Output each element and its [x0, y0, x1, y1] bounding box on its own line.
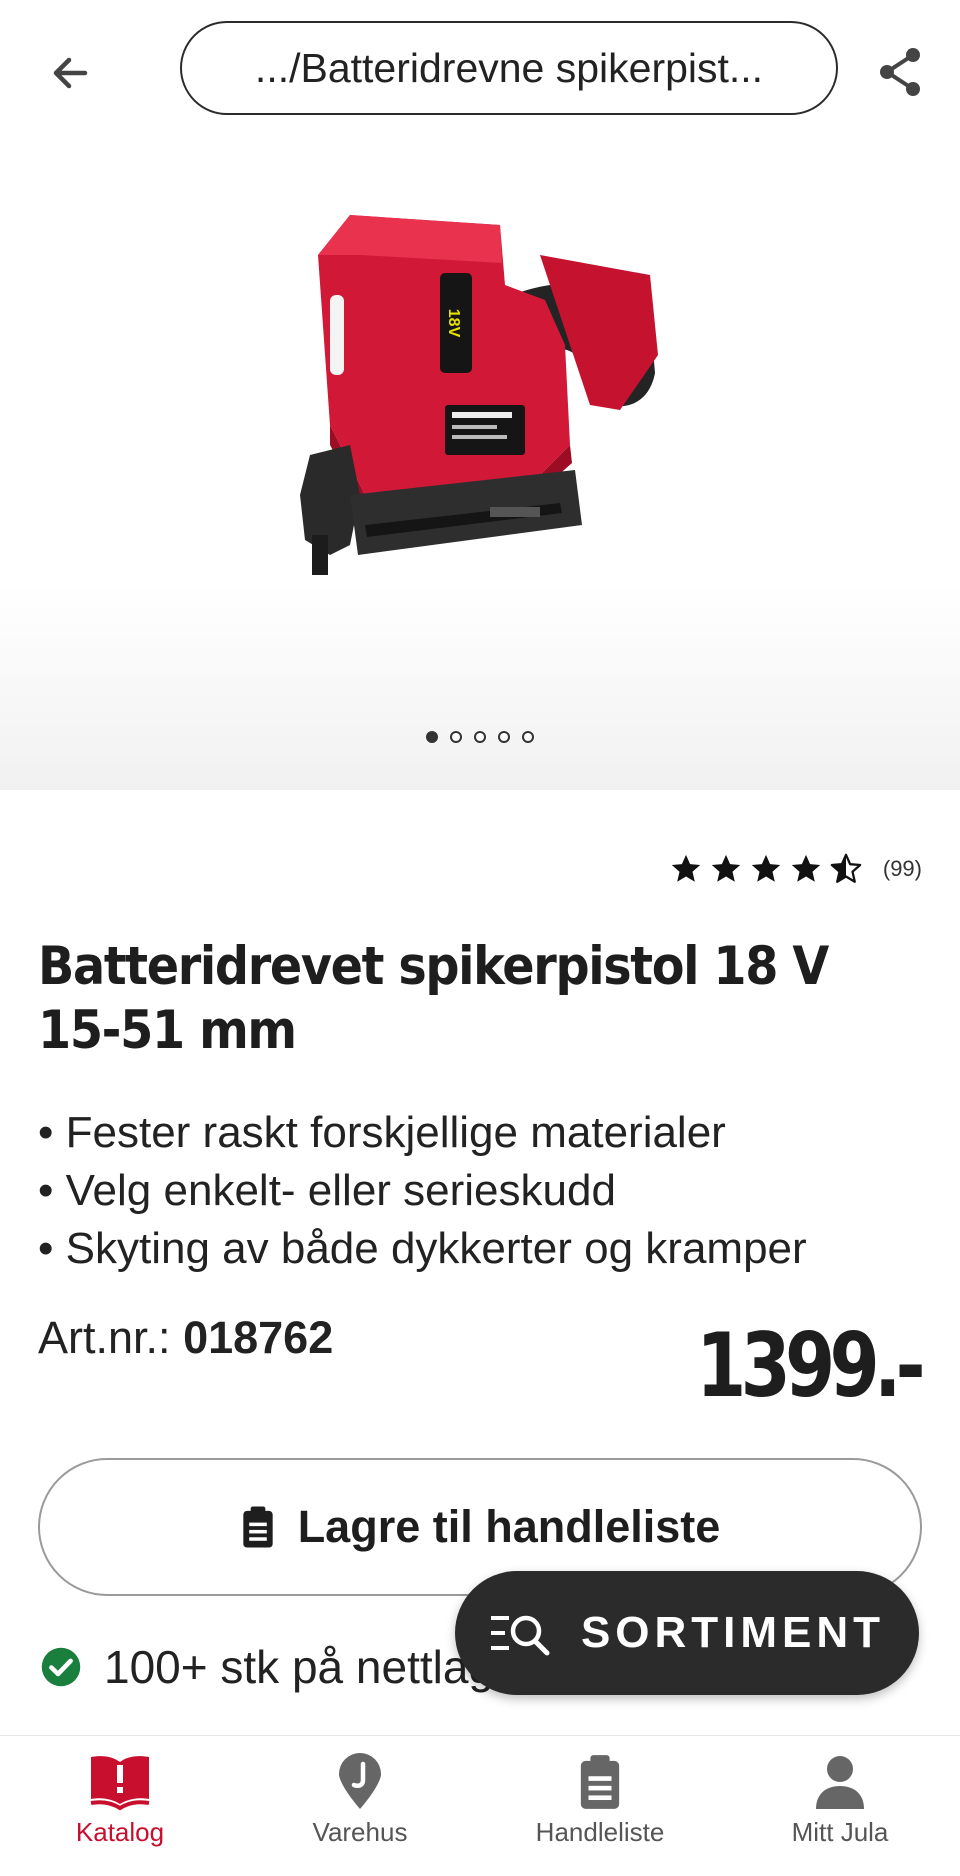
pagination-dot[interactable] [426, 731, 438, 743]
save-button-label: Lagre til handleliste [297, 1501, 721, 1552]
pagination-dot[interactable] [450, 731, 462, 743]
location-pin-icon [339, 1753, 381, 1809]
share-icon [880, 48, 920, 96]
sortiment-label: SORTIMENT [580, 1608, 886, 1657]
star-icon [791, 854, 821, 882]
product-gallery[interactable]: 18V [0, 140, 960, 790]
back-button[interactable] [40, 42, 102, 104]
article-number-label: Art.nr.: [38, 1312, 171, 1363]
user-icon [816, 1756, 864, 1809]
share-button[interactable] [870, 40, 930, 104]
top-bar: .../Batteridrevne spikerpist... [0, 0, 960, 140]
feature-item: Fester raskt forskjellige materialer [38, 1104, 807, 1162]
feature-item: Velg enkelt- eller serieskudd [38, 1162, 807, 1220]
rating-count: (99) [882, 856, 922, 881]
nav-item-varehus[interactable]: Varehus [240, 1736, 480, 1876]
nav-item-handleliste[interactable]: Handleliste [480, 1736, 720, 1876]
product-title: Batteridrevet spikerpistol 18 V 15-51 mm [38, 936, 829, 1061]
product-image: 18V [300, 215, 658, 575]
star-icon [671, 854, 701, 882]
nav-label: Katalog [75, 1817, 165, 1847]
pagination-dot[interactable] [474, 731, 486, 743]
article-number: Art.nr.: 018762 [38, 1312, 333, 1364]
clipboard-icon [580, 1755, 620, 1809]
rating[interactable]: (99) [669, 852, 922, 886]
check-circle-icon [41, 1647, 81, 1687]
article-number-value: 018762 [183, 1312, 334, 1363]
pagination-dot[interactable] [522, 731, 534, 743]
sortiment-button[interactable]: SORTIMENT [455, 1571, 919, 1695]
product-image-label: 18V [445, 309, 462, 338]
nav-label: Handleliste [535, 1817, 665, 1847]
arrow-left-icon [53, 57, 88, 89]
pagination-dot[interactable] [498, 731, 510, 743]
catalog-book-icon [90, 1756, 150, 1811]
bottom-navigation: Katalog Varehus Handleliste Mitt Jula [0, 1735, 960, 1876]
product-features: Fester raskt forskjellige materialer Vel… [38, 1104, 807, 1278]
feature-item: Skyting av både dykkerter og kramper [38, 1220, 807, 1278]
nav-item-mitt-jula[interactable]: Mitt Jula [720, 1736, 960, 1876]
rating-stars [669, 852, 863, 886]
list-search-icon [490, 1615, 550, 1656]
star-icon [711, 854, 741, 882]
star-half-icon [830, 853, 862, 883]
nav-label: Mitt Jula [791, 1817, 889, 1847]
clipboard-icon [243, 1506, 273, 1548]
breadcrumb[interactable]: .../Batteridrevne spikerpist... [180, 21, 838, 115]
nav-label: Varehus [312, 1817, 408, 1847]
star-icon [751, 854, 781, 882]
price: 1399.- [696, 1314, 925, 1417]
nav-item-katalog[interactable]: Katalog [0, 1736, 240, 1876]
gallery-pagination [0, 731, 960, 743]
